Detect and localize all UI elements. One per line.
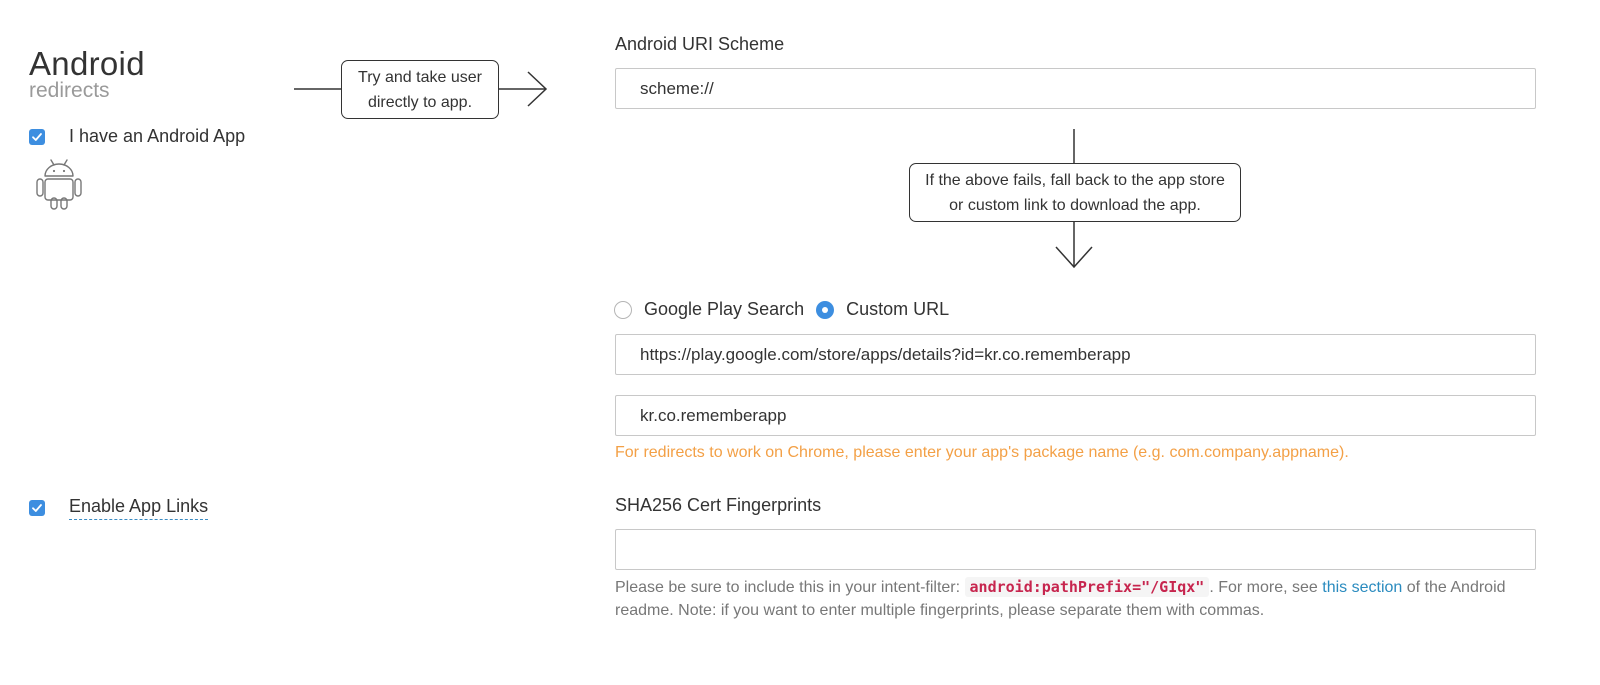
fallback-radio-group: Google Play Search Custom URL bbox=[614, 299, 949, 320]
sha256-help-mid: . For more, see bbox=[1209, 579, 1318, 596]
uri-scheme-label: Android URI Scheme bbox=[615, 34, 785, 54]
radio-google-play-search-label[interactable]: Google Play Search bbox=[644, 299, 804, 320]
fallback-line2: or custom link to download the app. bbox=[949, 196, 1201, 214]
sha256-input[interactable] bbox=[615, 529, 1536, 570]
fallback-line1: If the above fails, fall back to the app… bbox=[925, 171, 1225, 189]
uri-scheme-input[interactable] bbox=[615, 68, 1536, 109]
direct-to-app-line2: directly to app. bbox=[367, 93, 473, 111]
sha256-help-text: Please be sure to include this in your i… bbox=[615, 576, 1525, 622]
radio-custom-url-label[interactable]: Custom URL bbox=[846, 299, 949, 320]
sha256-help-prefix: Please be sure to include this in your i… bbox=[615, 579, 961, 596]
fallback-box: If the above fails, fall back to the app… bbox=[909, 163, 1241, 222]
intent-filter-code: android:pathPrefix="/GIqx" bbox=[964, 577, 1210, 597]
package-name-input[interactable] bbox=[615, 395, 1536, 436]
direct-to-app-line1: Try and take user bbox=[358, 68, 482, 86]
radio-custom-url[interactable] bbox=[816, 300, 835, 319]
this-section-link[interactable]: this section bbox=[1322, 579, 1402, 596]
sha256-label: SHA256 Cert Fingerprints bbox=[615, 495, 822, 515]
package-name-warning: For redirects to work on Chrome, please … bbox=[615, 444, 1349, 461]
direct-to-app-box: Try and take user directly to app. bbox=[341, 60, 499, 119]
custom-url-input[interactable] bbox=[615, 334, 1536, 375]
radio-google-play-search[interactable] bbox=[614, 300, 632, 319]
